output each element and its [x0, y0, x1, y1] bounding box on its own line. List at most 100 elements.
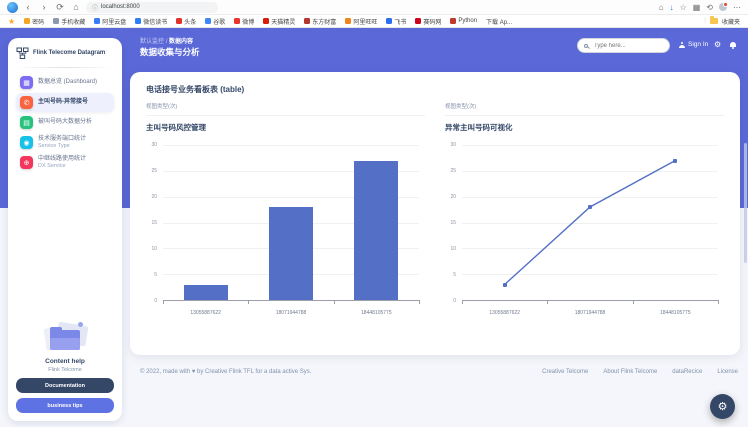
card-title: 电话接号业务看板表 (table): [146, 84, 724, 95]
forward-button[interactable]: ›: [38, 1, 50, 14]
data-point[interactable]: [588, 205, 592, 209]
y-tick-label: 10: [450, 246, 456, 252]
y-tick-label: 5: [154, 272, 157, 278]
back-button[interactable]: ‹: [22, 1, 34, 14]
person-icon: [679, 42, 685, 48]
bookmark-item[interactable]: 飞书: [386, 17, 406, 26]
help-card: Content help Flink Telcome Documentation…: [16, 322, 114, 413]
y-tick-label: 5: [453, 272, 456, 278]
data-point[interactable]: [673, 159, 677, 163]
sidebar-item[interactable]: ▤被叫号码大数据分析: [16, 113, 114, 132]
footer-copyright: © 2022, made with ♥ by Creative Flink TF…: [140, 369, 311, 375]
bookmark-item[interactable]: 手机收藏: [53, 17, 85, 26]
url-bar[interactable]: ⓘ localhost:8000: [86, 2, 218, 13]
help-title: Content help: [16, 358, 114, 365]
divider: [445, 115, 724, 116]
menu-icon[interactable]: ⋯: [733, 1, 741, 14]
y-tick-label: 15: [151, 220, 157, 226]
y-tick-label: 0: [453, 298, 456, 304]
bar[interactable]: [354, 161, 398, 301]
footer-link[interactable]: License: [717, 369, 738, 375]
bookmark-favicon: [304, 18, 310, 24]
bookmark-favicon: [135, 18, 141, 24]
y-tick-label: 25: [151, 168, 157, 174]
web-page: 默认监控 / 数据内容 数据收集与分析 Sign In ⚙ Fl: [0, 28, 748, 427]
panel-caption: 视图类型(次): [146, 102, 425, 110]
footer-link[interactable]: About Flink Telcome: [603, 369, 657, 375]
x-tick-label: 13055887622: [190, 310, 221, 316]
extensions-icon[interactable]: ▦: [693, 1, 701, 14]
x-tick-label: 13055887622: [489, 310, 520, 316]
history-icon[interactable]: ⟲: [706, 1, 713, 14]
x-tick: [334, 300, 335, 304]
browser-toolbar: ‹ › ⟳ ⌂ ⓘ localhost:8000 ⌂ ↓ ☆ ▦ ⟲ ⋯: [0, 0, 748, 15]
bookmark-item[interactable]: 头条: [176, 17, 196, 26]
relay-icon: ⊕: [20, 156, 33, 169]
bookmark-favicon: [345, 18, 351, 24]
bookmark-item[interactable]: 阿里旺旺: [345, 17, 377, 26]
sidebar-item[interactable]: ✆主叫号码-异常接号: [16, 93, 114, 112]
sidebar-item[interactable]: ▦数据总览 (Dashboard): [16, 73, 114, 92]
x-tick-label: 18448105775: [361, 310, 392, 316]
bookmarks-folder-icon[interactable]: [710, 18, 718, 24]
phone-icon: ✆: [20, 96, 33, 109]
brand[interactable]: Flink Telecome Datagram: [16, 47, 114, 60]
reload-button[interactable]: ⟳: [54, 1, 66, 14]
y-tick-label: 20: [450, 194, 456, 200]
bar[interactable]: [269, 207, 313, 300]
bookmarks-bar: ★ 密码手机收藏阿里云盘微信读书头条谷歌微博天猫精灵东方财富阿里旺旺飞书赛码网 P…: [0, 15, 748, 28]
sidebar-item[interactable]: ◉技术服务端口统计Service Type: [16, 133, 114, 152]
bookmark-favicon: [450, 18, 456, 24]
page-title: 数据收集与分析: [140, 46, 200, 58]
x-tick: [462, 300, 463, 304]
x-tick: [718, 300, 719, 304]
brand-name: Flink Telecome Datagram: [33, 50, 105, 57]
bookmark-item[interactable]: 东方财富: [304, 17, 336, 26]
business-tips-button[interactable]: business tips: [16, 398, 114, 413]
data-point[interactable]: [503, 283, 507, 287]
bookmark-item[interactable]: 赛码网: [415, 17, 441, 26]
bookmark-item[interactable]: 天猫精灵: [263, 17, 295, 26]
bookmark-item[interactable]: 下载 Ap...: [486, 17, 512, 26]
bookmarks-folder-label[interactable]: 收藏夹: [722, 17, 740, 26]
x-tick: [163, 300, 164, 304]
home-button[interactable]: ⌂: [70, 1, 82, 14]
profile-avatar[interactable]: [719, 3, 727, 11]
star-icon[interactable]: ☆: [680, 1, 687, 14]
footer-link[interactable]: Creative Telcome: [542, 369, 588, 375]
bookmark-item[interactable]: Python: [450, 18, 477, 24]
gridline: [163, 145, 419, 146]
settings-gear-icon[interactable]: ⚙: [714, 40, 721, 49]
y-tick-label: 30: [151, 142, 157, 148]
sidebar-item[interactable]: ⊕中继线路使用统计DX Service: [16, 153, 114, 172]
bookmark-item[interactable]: 密码: [24, 17, 44, 26]
browser-logo-icon[interactable]: [7, 2, 18, 13]
panel-title: 异常主叫号码可视化: [445, 122, 724, 133]
search-input[interactable]: [592, 42, 663, 50]
bookmark-item[interactable]: 阿里云盘: [94, 17, 126, 26]
bookmark-item[interactable]: 谷歌: [205, 17, 225, 26]
line-chart: 0510152025301305588762218071944788184481…: [445, 141, 724, 319]
home-icon[interactable]: ⌂: [659, 1, 664, 14]
documentation-button[interactable]: Documentation: [16, 378, 114, 393]
sign-in-button[interactable]: Sign In: [679, 41, 708, 48]
bookmark-star-icon[interactable]: ★: [8, 16, 15, 27]
divider: [16, 67, 114, 68]
search-box[interactable]: [577, 38, 670, 53]
bookmark-item[interactable]: 微博: [234, 17, 254, 26]
notifications-bell-icon[interactable]: [730, 42, 736, 47]
help-subtitle: Flink Telcome: [16, 367, 114, 373]
brand-logo-icon: [16, 47, 29, 60]
browser-window: ‹ › ⟳ ⌂ ⓘ localhost:8000 ⌂ ↓ ☆ ▦ ⟲ ⋯ ★ 密…: [0, 0, 748, 427]
bookmark-item[interactable]: 微信读书: [135, 17, 167, 26]
fixed-settings-button[interactable]: ⚙: [710, 394, 735, 419]
breadcrumb-root[interactable]: 默认监控: [140, 39, 164, 45]
download-icon[interactable]: ↓: [670, 1, 674, 14]
breadcrumb: 默认监控 / 数据内容: [140, 36, 193, 45]
bookmark-favicon: [94, 18, 100, 24]
divider: [146, 115, 425, 116]
scrollbar[interactable]: [744, 143, 747, 263]
bar[interactable]: [184, 285, 228, 301]
footer-link[interactable]: dataRecice: [672, 369, 702, 375]
site-info-icon[interactable]: ⓘ: [92, 3, 98, 12]
